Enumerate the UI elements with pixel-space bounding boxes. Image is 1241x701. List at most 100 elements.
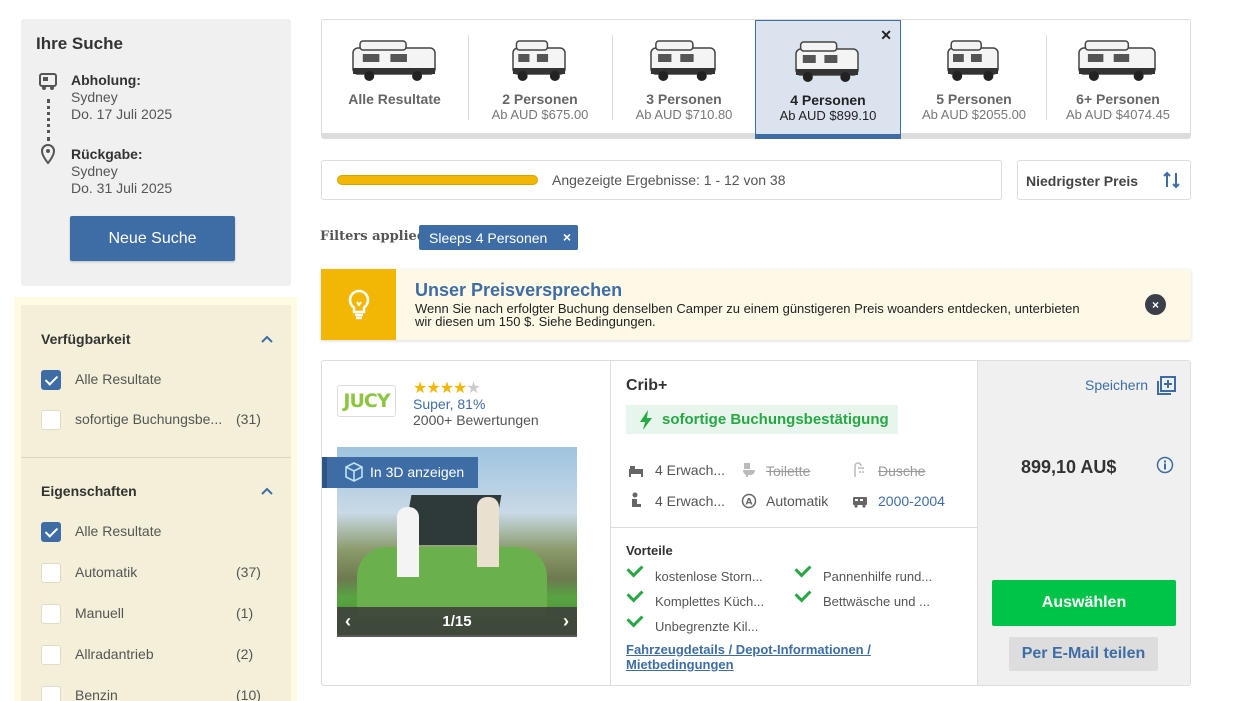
category-tab[interactable]: 6+ Personen Ab AUD $4074.45 xyxy=(1046,20,1190,134)
filter-option-label[interactable]: Alle Resultate xyxy=(75,523,161,539)
return-city: Sydney xyxy=(71,163,118,179)
close-icon[interactable]: ✕ xyxy=(880,27,892,44)
category-price: Ab AUD $4074.45 xyxy=(1065,107,1171,122)
filter-option-count: (1) xyxy=(236,605,254,621)
return-date: Do. 31 Juli 2025 xyxy=(71,180,173,196)
card-divider xyxy=(610,361,611,685)
filter-option-label[interactable]: Alle Resultate xyxy=(75,371,161,387)
route-line xyxy=(47,99,50,141)
banner-text: Wenn Sie nach erfolgter Buchung denselbe… xyxy=(415,301,1080,329)
filter-chip[interactable]: Sleeps 4 Personen × xyxy=(419,225,578,250)
chevron-right-icon[interactable]: › xyxy=(563,611,569,632)
save-plus-icon[interactable] xyxy=(1155,375,1177,397)
close-icon[interactable]: × xyxy=(1145,294,1166,315)
pickup-date: Do. 17 Juli 2025 xyxy=(71,106,173,122)
view-3d-button[interactable]: In 3D anzeigen xyxy=(322,457,478,488)
lightning-icon xyxy=(640,410,652,430)
sort-arrows-icon xyxy=(1163,171,1180,189)
photo-navigation: ‹ 1/15 › xyxy=(337,607,577,637)
feature-seats: 4 Erwach... xyxy=(655,493,726,509)
filter-option-label[interactable]: Allradantrieb xyxy=(75,646,154,662)
filter-divider xyxy=(21,457,291,458)
save-label[interactable]: Speichern xyxy=(1085,377,1148,393)
category-tab[interactable]: Alle Resultate xyxy=(322,20,467,134)
location-pin-icon xyxy=(40,143,56,165)
category-name: 6+ Personen xyxy=(1076,91,1160,107)
star-icon: ★ xyxy=(426,380,440,397)
category-name: 3 Personen xyxy=(646,91,722,107)
filter-availability-title[interactable]: Verfügbarkeit xyxy=(41,331,130,347)
booking-panel: Speichern 899,10 AU$ Auswählen Per E-Mai… xyxy=(977,361,1190,685)
pickup-city: Sydney xyxy=(71,89,118,105)
advantages-title: Vorteile xyxy=(626,543,673,558)
camper-van-icon xyxy=(947,40,999,81)
advantage-item: Pannenhilfe rund... xyxy=(823,569,933,584)
category-tab[interactable]: 2 Personen Ab AUD $675.00 xyxy=(468,20,612,134)
pickup-label: Abholung: xyxy=(71,72,141,88)
category-name: 4 Personen xyxy=(790,92,866,108)
category-tab[interactable]: 5 Personen Ab AUD $2055.00 xyxy=(902,20,1046,134)
photo-counter: 1/15 xyxy=(442,613,472,630)
vehicle-year-icon xyxy=(853,497,867,508)
rating-text[interactable]: Super, 81% xyxy=(413,396,485,412)
filter-option-count: (10) xyxy=(236,687,261,701)
category-name: 5 Personen xyxy=(936,91,1012,107)
camper-icon xyxy=(39,73,57,90)
filter-properties-title[interactable]: Eigenschaften xyxy=(41,483,137,499)
star-icon: ★ xyxy=(466,380,480,397)
filter-checkbox[interactable] xyxy=(41,370,61,390)
vehicle-name[interactable]: Crib+ xyxy=(626,377,667,395)
filter-checkbox[interactable] xyxy=(41,645,61,665)
filters-applied-label: Filters applied xyxy=(320,229,426,244)
filter-option-count: (2) xyxy=(236,646,254,662)
filter-checkbox[interactable] xyxy=(41,604,61,624)
search-title: Ihre Suche xyxy=(36,34,123,53)
filter-option-count: (37) xyxy=(236,564,261,580)
filter-checkbox[interactable] xyxy=(41,410,61,430)
check-icon xyxy=(626,585,644,603)
check-icon xyxy=(794,560,812,578)
share-email-button[interactable]: Per E-Mail teilen xyxy=(1009,637,1158,671)
category-price: Ab AUD $675.00 xyxy=(491,107,589,122)
results-count: Angezeigte Ergebnisse: 1 - 12 von 38 xyxy=(552,172,786,188)
sort-label: Niedrigster Preis xyxy=(1026,173,1139,189)
feature-sleeps: 4 Erwach... xyxy=(655,462,726,478)
sort-dropdown[interactable]: Niedrigster Preis xyxy=(1017,160,1191,200)
info-icon[interactable] xyxy=(1156,456,1174,474)
instant-confirmation-label: sofortige Buchungsbestätigung xyxy=(662,411,889,428)
camper-van-icon xyxy=(512,40,566,81)
filter-checkbox[interactable] xyxy=(41,522,61,542)
filter-checkbox[interactable] xyxy=(41,563,61,583)
select-button[interactable]: Auswählen xyxy=(992,580,1176,626)
filter-option-label[interactable]: Benzin xyxy=(75,687,118,701)
filter-chip-label: Sleeps 4 Personen xyxy=(429,230,548,246)
camper-van-icon xyxy=(795,41,859,82)
check-icon xyxy=(794,585,812,603)
results-bar: Angezeigte Ergebnisse: 1 - 12 von 38 xyxy=(321,160,1002,200)
category-name: 2 Personen xyxy=(502,91,578,107)
rating-stars: ★★★★★ xyxy=(413,378,481,398)
category-tab[interactable]: 4 Personen Ab AUD $899.10 ✕ xyxy=(755,20,901,139)
category-tab[interactable]: 3 Personen Ab AUD $710.80 xyxy=(612,20,756,134)
transmission-icon: A xyxy=(741,493,757,509)
filters-panel: Verfügbarkeit Alle Resultate sofortige Bu… xyxy=(14,297,297,701)
feature-transmission: Automatik xyxy=(766,493,829,509)
chevron-up-icon[interactable] xyxy=(261,333,273,345)
reviews-count: 2000+ Bewertungen xyxy=(413,412,539,428)
advantage-item: Komplettes Küch... xyxy=(655,594,765,609)
feature-year[interactable]: 2000-2004 xyxy=(878,493,945,509)
advantage-item: Unbegrenzte Kil... xyxy=(655,619,759,634)
vehicle-details-link[interactable]: Fahrzeugdetails / Depot-Informationen / … xyxy=(626,642,926,672)
filter-option-label[interactable]: Manuell xyxy=(75,605,124,621)
active-tab-indicator xyxy=(755,134,901,139)
close-icon[interactable]: × xyxy=(563,229,571,245)
filter-option-label[interactable]: Automatik xyxy=(75,564,137,580)
vehicle-card: JUCY ★★★★★ Super, 81% 2000+ Bewertungen … xyxy=(321,360,1191,686)
filter-option-label[interactable]: sofortige Buchungsbe... xyxy=(75,411,222,427)
chevron-up-icon[interactable] xyxy=(261,485,273,497)
filter-option-count: (31) xyxy=(236,411,261,427)
new-search-button[interactable]: Neue Suche xyxy=(70,216,235,261)
filter-checkbox[interactable] xyxy=(41,686,61,701)
category-price: Ab AUD $710.80 xyxy=(635,107,733,122)
results-progress xyxy=(337,175,538,185)
